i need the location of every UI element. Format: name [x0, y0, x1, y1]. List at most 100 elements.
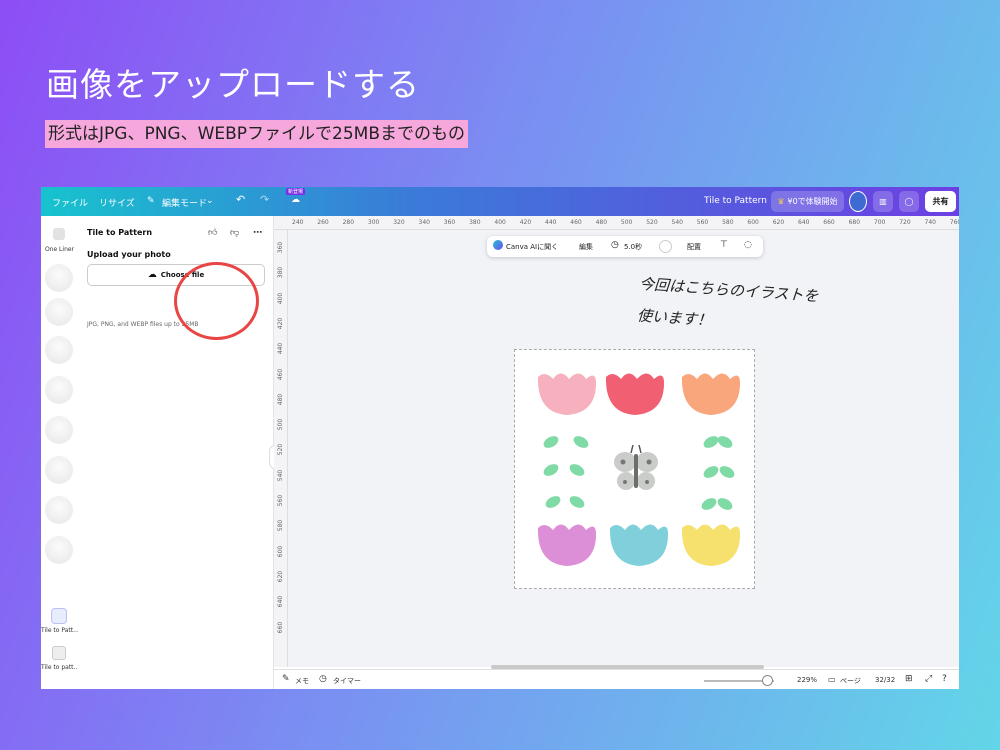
document-title[interactable]: Tile to Pattern: [704, 196, 767, 206]
file-menu[interactable]: ファイル: [52, 196, 88, 209]
trial-button[interactable]: ♛ ¥0で体験開始: [771, 191, 844, 212]
ruler-left-tick: 420: [277, 317, 285, 330]
rail-app-thumb[interactable]: [45, 496, 73, 524]
timer-icon: ◷: [319, 674, 327, 684]
rail-app-thumb[interactable]: [45, 264, 73, 292]
tulip-flower: [605, 373, 665, 415]
rail-app-thumb[interactable]: [45, 456, 73, 484]
redo-icon[interactable]: ↷: [260, 193, 269, 206]
leaf: [701, 498, 717, 510]
canva-ai-button[interactable]: Canva AIに聞く: [506, 242, 558, 252]
zoom-level[interactable]: 229%: [797, 676, 817, 684]
ruler-left-tick: 380: [277, 267, 285, 279]
ruler-top-tick: 400: [494, 219, 506, 226]
floating-toolbar: Canva AIに聞く 編集 ◷ 5.0秒 配置 ⊤ ◌: [487, 236, 763, 257]
rail-app-thumb[interactable]: [45, 298, 73, 326]
ruler-left-tick: 640: [277, 595, 285, 608]
memo-button[interactable]: メモ: [295, 676, 309, 686]
slide-title: 画像をアップロードする: [46, 65, 420, 104]
ruler-top-tick: 360: [443, 219, 456, 226]
ruler-top-tick: 300: [367, 219, 380, 226]
pages-icon: ▭: [828, 675, 836, 684]
timer-button[interactable]: タイマー: [333, 676, 361, 686]
share-button[interactable]: 共有: [925, 191, 956, 212]
color-swatch[interactable]: [659, 240, 672, 253]
ruler-left-tick: 500: [277, 418, 285, 431]
rail-app-thumb[interactable]: [45, 336, 73, 364]
notes-icon: ✎: [282, 674, 290, 684]
comment-icon[interactable]: ◯: [899, 191, 919, 212]
rail-app-thumb[interactable]: [45, 416, 73, 444]
ruler-top-tick: 520: [646, 219, 658, 226]
tulip-flower: [681, 373, 741, 415]
rail-label-tile-to-pattern: Tile to Patt...: [41, 627, 78, 634]
tulip-flower: [537, 524, 597, 566]
zoom-slider-knob[interactable]: [762, 675, 773, 686]
page-count[interactable]: 32/32: [875, 676, 895, 684]
undo-icon[interactable]: ↶: [236, 193, 245, 206]
duration-button[interactable]: 5.0秒: [624, 242, 642, 252]
fullscreen-icon[interactable]: ⤢: [925, 674, 932, 684]
butterfly-icon: [614, 444, 658, 490]
grid-view-icon[interactable]: ⊞: [905, 674, 913, 684]
top-toolbar: ファイル リサイズ ✎ 編集モード ⌄ ↶ ↷ 新登場 ☁ Tile to Pa…: [41, 187, 959, 216]
arrange-button[interactable]: 配置: [687, 242, 701, 252]
ruler-left-tick: 560: [277, 494, 285, 507]
canva-window: ファイル リサイズ ✎ 編集モード ⌄ ↶ ↷ 新登場 ☁ Tile to Pa…: [41, 187, 959, 689]
ruler-top-tick: 500: [620, 219, 633, 226]
one-liner-app-icon[interactable]: [53, 228, 65, 240]
leaf: [719, 466, 735, 478]
upload-heading: Upload your photo: [87, 250, 171, 259]
resize-menu[interactable]: リサイズ: [99, 196, 135, 209]
chevron-down-icon[interactable]: ⌄: [206, 196, 214, 206]
rail-app-thumb[interactable]: [45, 536, 73, 564]
pages-button[interactable]: ページ: [840, 676, 861, 686]
ruler-top-tick: 440: [545, 219, 557, 226]
ruler-top-tick: 720: [899, 219, 911, 226]
tulip-illustration: [537, 373, 741, 566]
leaf: [703, 436, 719, 448]
ruler-left-tick: 600: [277, 545, 285, 557]
rail-label-one-liner: One Liner: [44, 246, 75, 253]
ruler-top-tick: 660: [823, 219, 835, 226]
crown-icon: ♛: [777, 197, 785, 206]
ruler-top-tick: 460: [570, 219, 582, 226]
leaf: [717, 436, 733, 448]
avatar[interactable]: [849, 191, 867, 212]
ruler-top-tick: 480: [595, 219, 608, 226]
tile-to-pattern-app-icon[interactable]: [51, 608, 67, 624]
leaf: [543, 464, 559, 476]
pencil-icon: ✎: [147, 196, 155, 206]
ruler-top: 240 260 280 300 320 340 360 380 400 420 440 460 480 5…: [274, 216, 959, 230]
canva-ai-icon: [493, 240, 503, 250]
ruler-top-tick: 540: [671, 219, 683, 226]
ruler-top-tick: 700: [873, 219, 886, 226]
edit-mode-menu[interactable]: 編集モード: [162, 196, 207, 209]
paint-roller-icon[interactable]: ⊤: [720, 240, 728, 250]
edit-button[interactable]: 編集: [579, 242, 593, 252]
ruler-top-tick: 640: [798, 219, 810, 226]
leaf: [573, 436, 589, 448]
tile-to-pattern-app-icon[interactable]: [52, 646, 66, 660]
comment-add-icon[interactable]: ◌: [744, 240, 752, 250]
ruler-top-tick: 560: [696, 219, 709, 226]
rail-app-thumb[interactable]: [45, 376, 73, 404]
ruler-top-tick: 620: [772, 219, 785, 226]
leaf: [717, 498, 733, 510]
rail-label-tile-to-pattern-2: Tile to patt...: [41, 664, 78, 671]
help-icon[interactable]: ?: [942, 674, 947, 684]
thumbs-up-icon[interactable]: 👍︎: [208, 228, 217, 238]
ruler-top-tick: 680: [848, 219, 861, 226]
app-panel: Tile to Pattern 👍︎ 👎︎ ⋯ Upload your phot…: [78, 216, 274, 689]
ruler-top-tick: 320: [393, 219, 405, 226]
more-options-icon[interactable]: ⋯: [253, 228, 262, 238]
design-page[interactable]: [514, 349, 755, 589]
thumbs-down-icon[interactable]: 👎︎: [230, 228, 239, 238]
ruler-left-tick: 540: [277, 469, 285, 481]
tulip-flower: [537, 373, 597, 415]
ruler-left-tick: 460: [277, 368, 285, 380]
ruler-top-tick: 580: [722, 219, 734, 226]
analytics-icon[interactable]: ▥: [873, 191, 893, 212]
trial-button-label: ¥0で体験開始: [787, 197, 838, 206]
cloud-sync-icon[interactable]: ☁: [291, 195, 300, 205]
